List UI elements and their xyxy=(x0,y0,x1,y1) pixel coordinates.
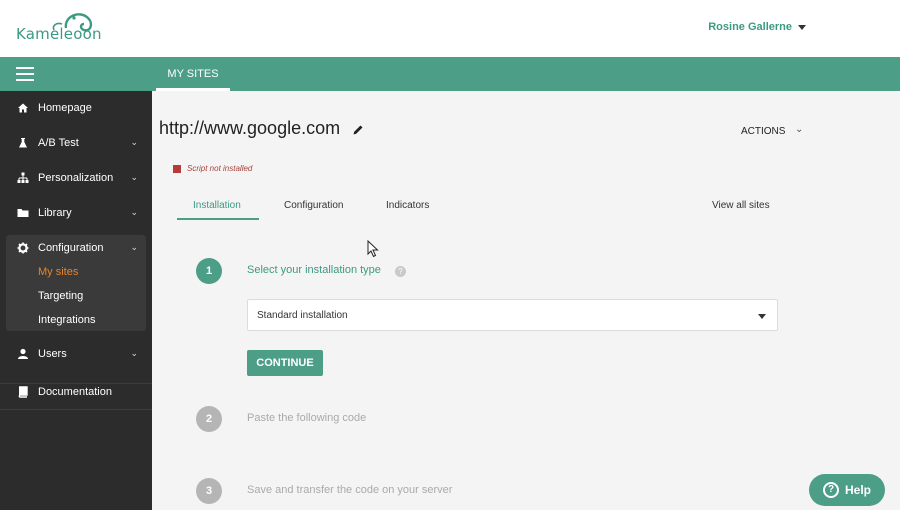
sidebar-item-homepage[interactable]: Homepage xyxy=(0,91,152,125)
caret-down-icon[interactable] xyxy=(798,25,806,30)
chevron-down-icon: ⌄ xyxy=(130,207,138,217)
mouse-cursor-icon xyxy=(367,240,379,258)
sitemap-icon xyxy=(17,172,29,183)
chevron-down-icon: ⌄ xyxy=(130,242,138,252)
chevron-down-icon: ⌄ xyxy=(130,137,138,147)
active-tab-indicator xyxy=(177,218,259,220)
top-header: Kameleoon Rosine Gallerne xyxy=(0,0,900,57)
tab-my-sites[interactable]: MY SITES xyxy=(156,57,230,91)
sidebar: Homepage A/B Test ⌄ Personalization ⌄ Li… xyxy=(0,91,152,510)
sidebar-item-users[interactable]: Users ⌄ xyxy=(0,337,152,371)
question-icon[interactable]: ? xyxy=(395,266,406,277)
sidebar-item-configuration[interactable]: Configuration ⌄ xyxy=(0,231,152,265)
flask-icon xyxy=(19,138,27,148)
site-tabs: Installation Configuration Indicators xyxy=(159,190,799,222)
chevron-down-icon[interactable]: ⌄ xyxy=(795,124,803,135)
sidebar-subitem-my-sites[interactable]: My sites xyxy=(38,266,78,278)
site-url-title: http://www.google.com xyxy=(159,118,341,138)
sidebar-divider xyxy=(0,409,152,410)
sidebar-item-label: Personalization xyxy=(38,172,114,184)
tab-configuration[interactable]: Configuration xyxy=(284,200,343,211)
sidebar-subitem-targeting[interactable]: Targeting xyxy=(38,290,83,302)
continue-button[interactable]: CONTINUE xyxy=(247,350,323,376)
sidebar-subitem-integrations[interactable]: Integrations xyxy=(38,314,95,326)
step-number: 1 xyxy=(196,258,222,284)
sidebar-item-label: Users xyxy=(38,348,67,360)
tab-installation[interactable]: Installation xyxy=(193,200,241,211)
sidebar-item-documentation[interactable]: Documentation xyxy=(0,375,152,409)
question-icon: ? xyxy=(823,482,839,498)
sidebar-item-label: A/B Test xyxy=(38,137,79,149)
folder-icon xyxy=(17,209,29,217)
caret-down-icon xyxy=(758,314,766,319)
view-all-sites-link[interactable]: View all sites xyxy=(712,200,770,211)
status-indicator xyxy=(173,165,181,173)
sidebar-item-label: Library xyxy=(38,207,72,219)
sidebar-item-label: Homepage xyxy=(38,102,92,114)
step-number: 2 xyxy=(196,406,222,432)
chevron-down-icon: ⌄ xyxy=(130,348,138,358)
sidebar-item-label: Configuration xyxy=(38,242,104,254)
user-icon xyxy=(18,348,28,359)
chevron-down-icon: ⌄ xyxy=(130,172,138,182)
gear-icon xyxy=(17,242,29,254)
step-number: 3 xyxy=(196,478,222,504)
main-navbar xyxy=(0,57,900,91)
book-icon xyxy=(18,386,28,398)
sidebar-item-personalization[interactable]: Personalization ⌄ xyxy=(0,161,152,195)
step-label: Save and transfer the code on your serve… xyxy=(247,484,453,496)
brand-name: Kameleoon xyxy=(16,25,102,43)
help-button[interactable]: ? Help xyxy=(809,474,885,506)
script-status-text: Script not installed xyxy=(187,164,253,173)
select-value: Standard installation xyxy=(257,310,348,321)
installation-type-select[interactable]: Standard installation xyxy=(247,299,778,331)
step-label: Select your installation type xyxy=(247,264,381,276)
sidebar-item-ab-test[interactable]: A/B Test ⌄ xyxy=(0,126,152,160)
pencil-icon[interactable] xyxy=(352,124,364,136)
actions-menu[interactable]: ACTIONS xyxy=(741,126,785,137)
help-label: Help xyxy=(845,483,872,497)
home-icon xyxy=(18,103,28,113)
tab-indicators[interactable]: Indicators xyxy=(386,200,429,211)
sidebar-item-library[interactable]: Library ⌄ xyxy=(0,196,152,230)
user-menu[interactable]: Rosine Gallerne xyxy=(708,21,792,33)
step-label: Paste the following code xyxy=(247,412,367,424)
menu-toggle-icon[interactable] xyxy=(16,67,34,81)
sidebar-item-label: Documentation xyxy=(38,386,112,398)
